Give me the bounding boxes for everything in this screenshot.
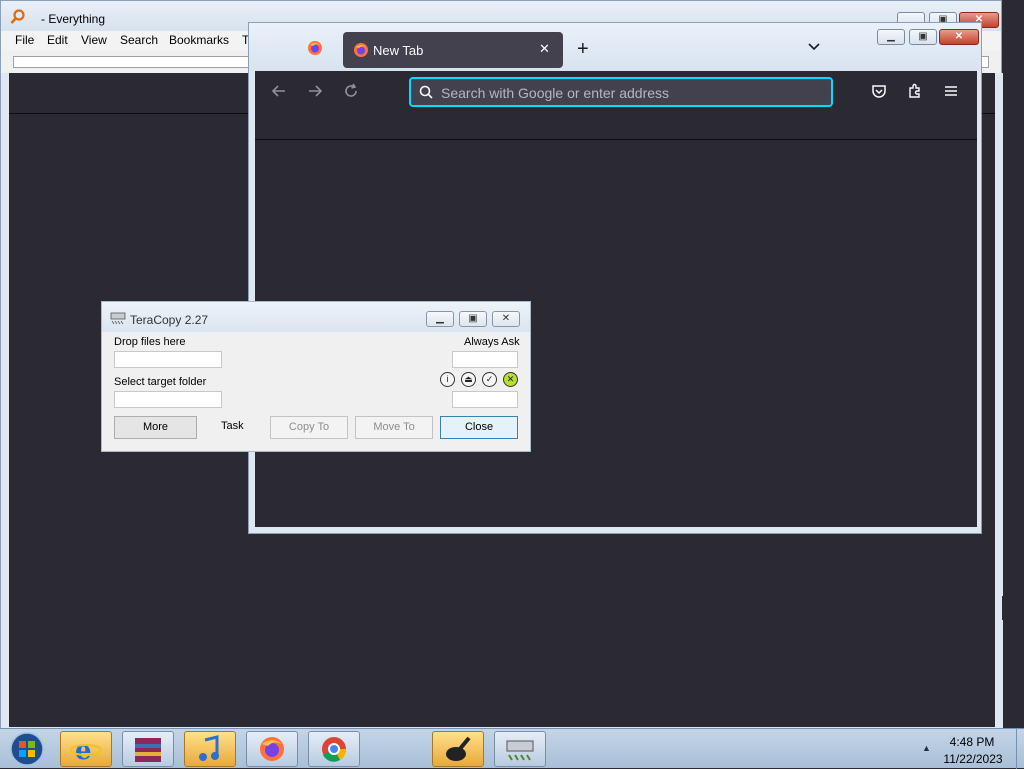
- internet-explorer-icon[interactable]: e: [60, 731, 112, 767]
- clock-date[interactable]: 11/22/2023: [940, 752, 1006, 766]
- scrollbar[interactable]: [995, 73, 1003, 728]
- check-icon[interactable]: ✓: [482, 372, 497, 387]
- always-ask-label[interactable]: Always Ask: [464, 336, 520, 348]
- close-icon: ✕: [954, 31, 964, 42]
- minimize-button[interactable]: ▁: [877, 29, 905, 45]
- window-title: - Everything: [41, 12, 106, 26]
- copy-to-button[interactable]: Copy To: [270, 416, 348, 439]
- menu-view[interactable]: View: [81, 33, 107, 47]
- firefox-icon[interactable]: [246, 731, 298, 767]
- teracopy-drive-icon: [110, 312, 126, 325]
- winrar-icon[interactable]: [122, 731, 174, 767]
- menu-bookmarks[interactable]: Bookmarks: [169, 33, 229, 47]
- everything-magnifier-icon: [10, 9, 25, 24]
- extensions-icon[interactable]: [905, 81, 925, 101]
- overwrite-field[interactable]: [452, 351, 518, 368]
- teracopy-title: TeraCopy 2.27: [130, 313, 209, 327]
- source-field[interactable]: [114, 351, 222, 368]
- teracopy-titlebar[interactable]: TeraCopy 2.27 ▁ ▣ ✕: [102, 302, 530, 332]
- eject-icon[interactable]: ⏏: [461, 372, 476, 387]
- itunes-icon[interactable]: [184, 731, 236, 767]
- close-button[interactable]: ✕: [492, 311, 520, 327]
- start-button-icon[interactable]: [4, 731, 50, 767]
- drop-files-label: Drop files here: [114, 336, 186, 348]
- minimize-icon: ▁: [436, 313, 444, 324]
- close-button[interactable]: ✕: [939, 29, 979, 45]
- clock-time[interactable]: 4:48 PM: [944, 735, 1000, 749]
- forward-icon[interactable]: [305, 81, 325, 101]
- maximize-button[interactable]: ▣: [459, 311, 487, 327]
- menu-icon[interactable]: [941, 81, 961, 101]
- show-desktop-button[interactable]: [1016, 729, 1024, 769]
- menu-edit[interactable]: Edit: [47, 33, 68, 47]
- close-icon: ✕: [501, 313, 511, 324]
- menu-file[interactable]: File: [15, 33, 34, 47]
- firefox-icon: [354, 43, 368, 57]
- taskbar: e ▲ 4:48 PM 11/22/2023: [0, 728, 1024, 769]
- more-button[interactable]: More: [114, 416, 197, 439]
- target-folder-label: Select target folder: [114, 376, 207, 388]
- firefox-window: New Tab ✕ + ▁ ▣ ✕ Search with Google or …: [248, 22, 982, 534]
- show-hidden-icons-icon[interactable]: ▲: [922, 743, 931, 753]
- close-dialog-button[interactable]: Close: [440, 416, 518, 439]
- maximize-icon: ▣: [468, 313, 478, 324]
- status-field: [452, 391, 518, 408]
- cancel-icon[interactable]: ✕: [503, 372, 518, 387]
- minimize-icon: ▁: [887, 31, 895, 42]
- pocket-icon[interactable]: [869, 81, 889, 101]
- minimize-button[interactable]: ▁: [426, 311, 454, 327]
- teracopy-icon[interactable]: [494, 731, 546, 767]
- address-placeholder: Search with Google or enter address: [441, 85, 670, 101]
- maximize-icon: ▣: [918, 31, 928, 42]
- reload-icon[interactable]: [341, 81, 361, 101]
- firefox-icon[interactable]: [307, 40, 323, 56]
- info-icon[interactable]: i: [440, 372, 455, 387]
- tab-label: New Tab: [373, 43, 424, 58]
- teracopy-window: TeraCopy 2.27 ▁ ▣ ✕ Drop files here Alwa…: [101, 301, 531, 452]
- search-icon: [419, 85, 433, 99]
- paint-app-icon[interactable]: [432, 731, 484, 767]
- tab-new-tab[interactable]: New Tab ✕: [343, 32, 563, 68]
- svg-text:e: e: [75, 736, 92, 766]
- nav-toolbar: Search with Google or enter address: [255, 71, 977, 139]
- maximize-button[interactable]: ▣: [909, 29, 937, 45]
- menu-search[interactable]: Search: [120, 33, 158, 47]
- back-icon[interactable]: [269, 81, 289, 101]
- tab-bar: New Tab ✕ + ▁ ▣ ✕: [249, 23, 981, 71]
- address-bar[interactable]: Search with Google or enter address: [409, 77, 833, 107]
- new-tab-button[interactable]: +: [577, 38, 589, 61]
- task-label: Task: [221, 420, 244, 432]
- close-tab-icon[interactable]: ✕: [539, 41, 550, 57]
- chevron-down-icon[interactable]: [807, 40, 821, 54]
- scrollbar-thumb[interactable]: [1002, 596, 1022, 620]
- move-to-button[interactable]: Move To: [355, 416, 433, 439]
- chrome-icon[interactable]: [308, 731, 360, 767]
- target-field[interactable]: [114, 391, 222, 408]
